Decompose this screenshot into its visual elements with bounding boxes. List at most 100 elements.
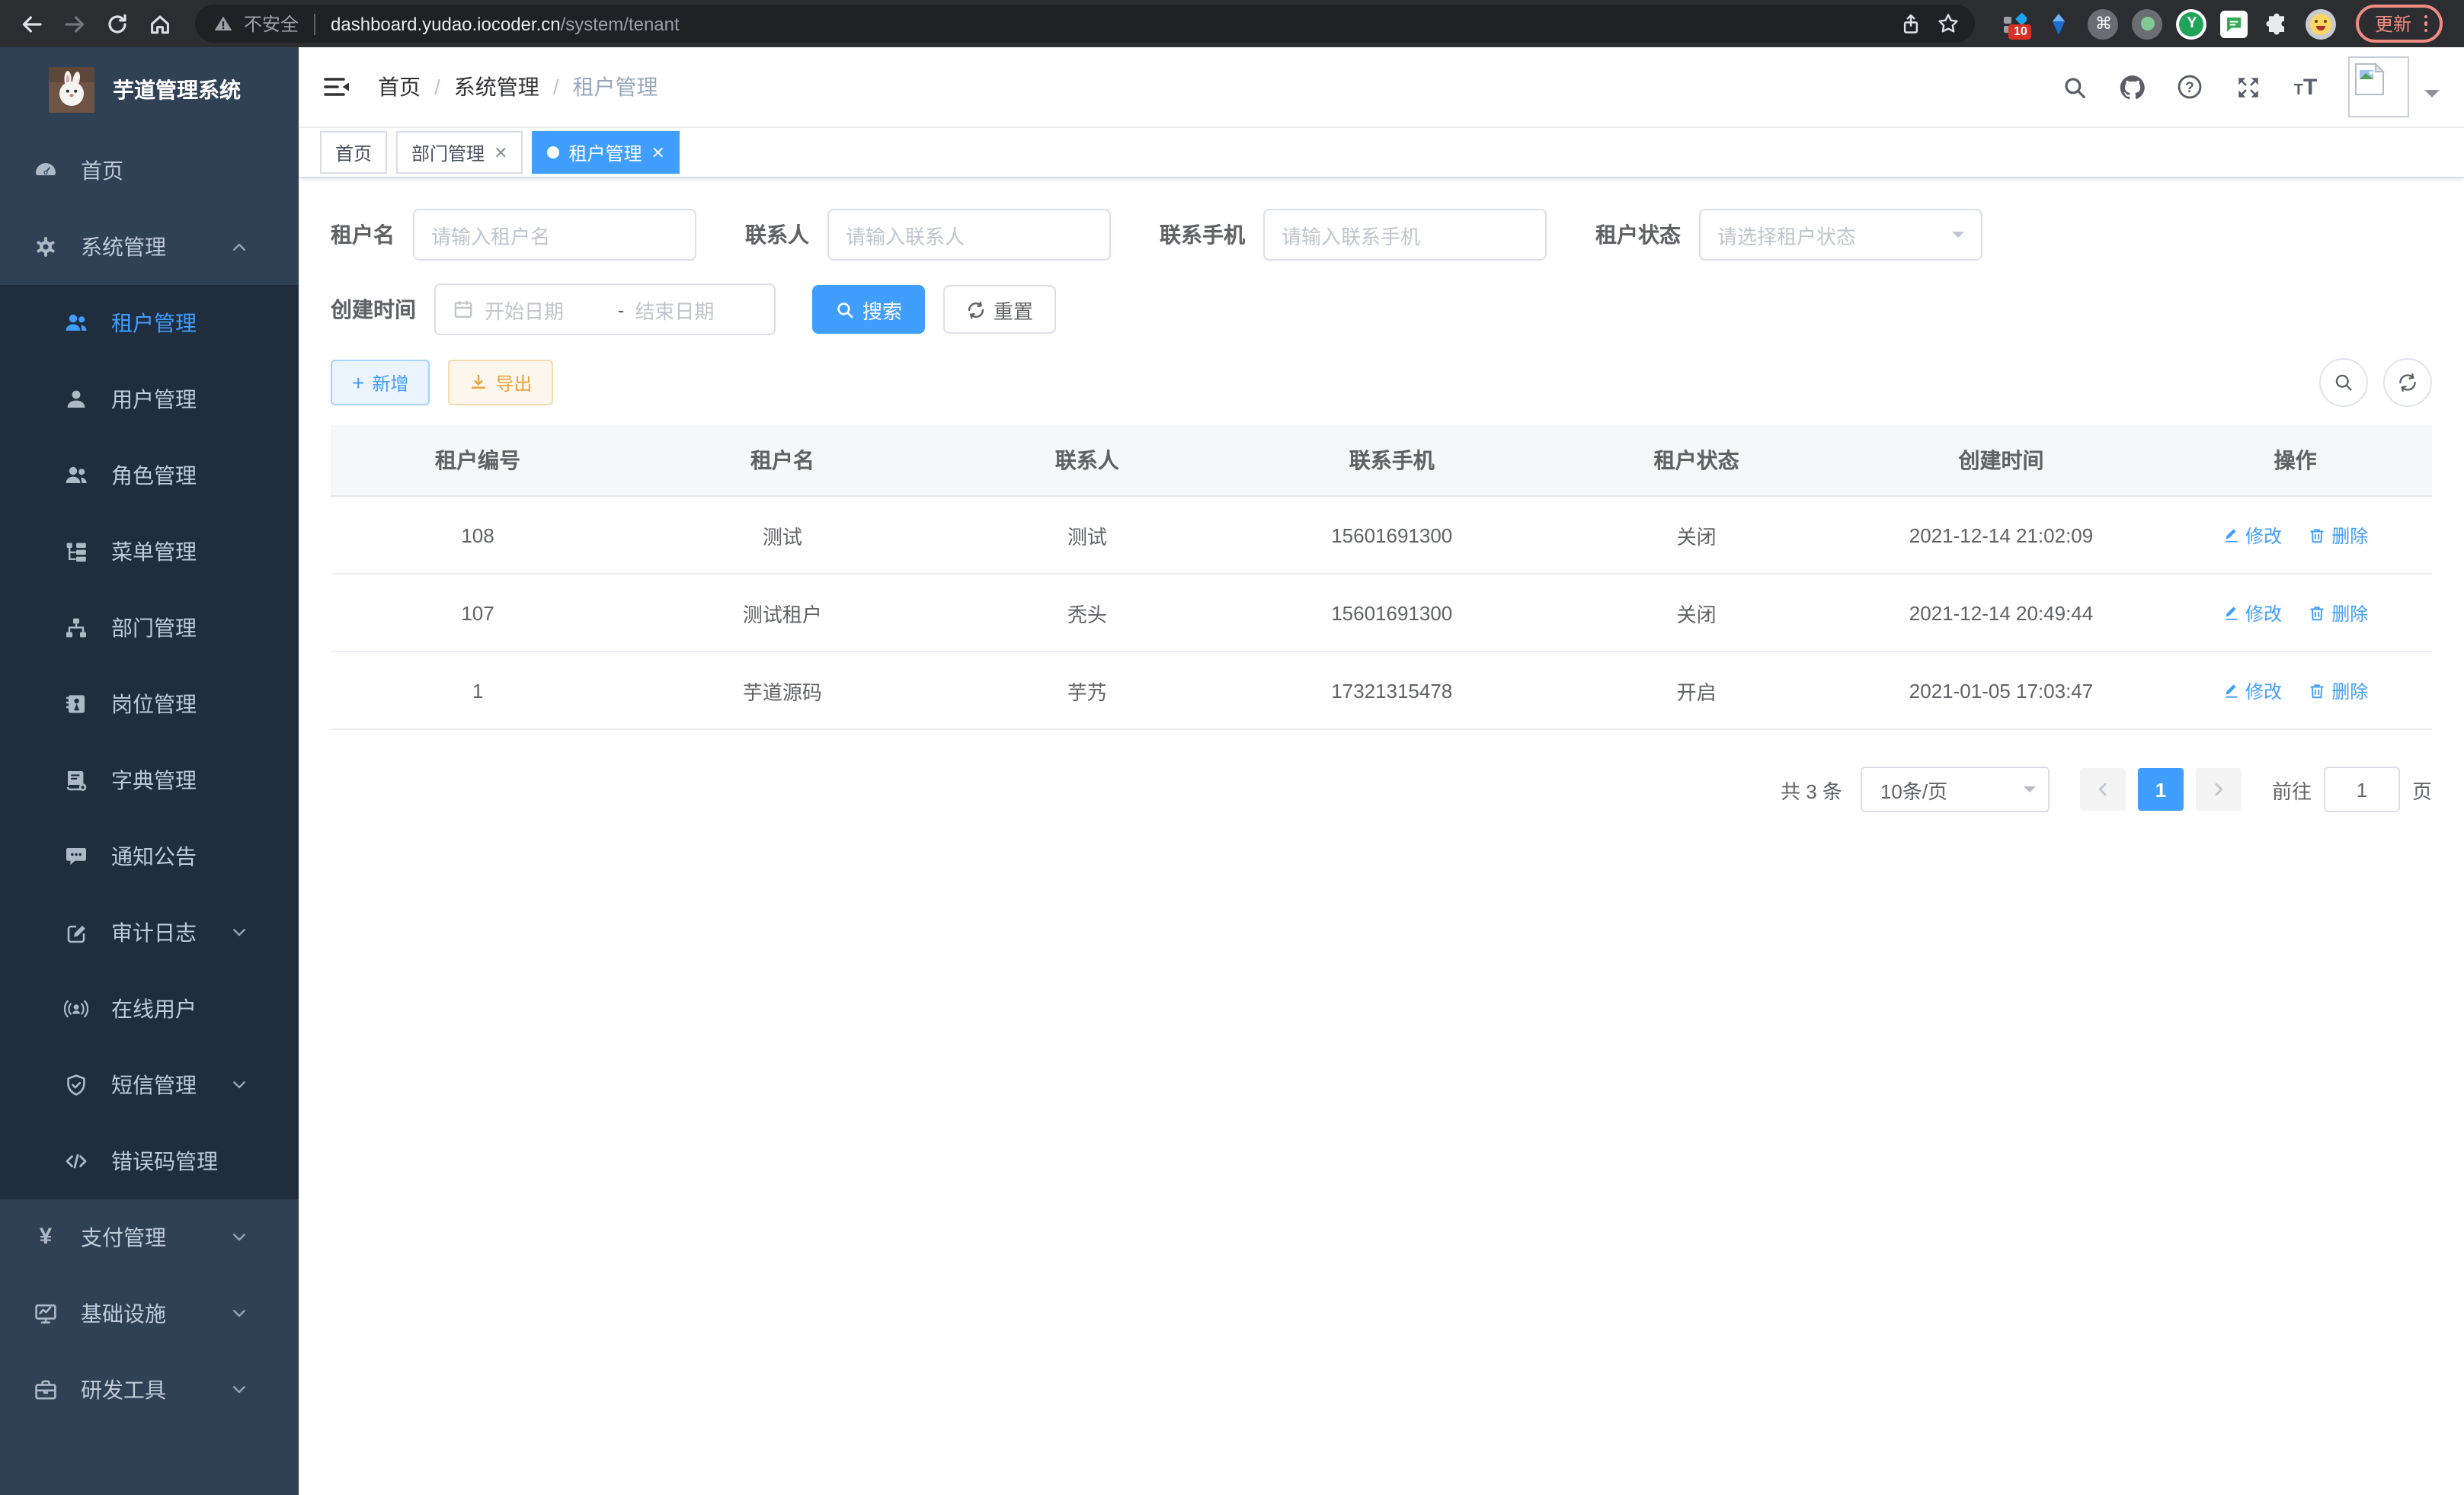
y-extension-button[interactable]: Y [2177, 8, 2207, 39]
date-range-picker[interactable]: 开始日期 - 结束日期 [434, 283, 776, 335]
chat-extension-button[interactable] [2221, 10, 2248, 37]
header-search-button[interactable] [2056, 69, 2092, 105]
avatar-dropdown-caret[interactable] [2424, 90, 2440, 105]
sidebar-item-dict[interactable]: 字典管理 [0, 742, 299, 818]
security-warning-icon [213, 14, 233, 34]
message-icon [64, 844, 88, 869]
font-size-button[interactable]: TT [2287, 69, 2324, 105]
sidebar-item-user[interactable]: 用户管理 [0, 361, 299, 437]
sidebar-item-home[interactable]: 首页 [0, 133, 299, 209]
tenant-name-input[interactable]: 请输入租户名 [413, 209, 696, 261]
github-link[interactable] [2114, 69, 2150, 105]
browser-forward-button[interactable] [55, 5, 94, 42]
edit-link[interactable]: 修改 [2222, 600, 2282, 626]
chevron-left-icon [2094, 780, 2112, 799]
browser-reload-button[interactable] [98, 5, 137, 42]
chevron-up-icon [230, 238, 248, 256]
prev-page-button[interactable] [2080, 768, 2126, 811]
logo-rabbit-image [49, 67, 94, 113]
sidebar-item-tenant[interactable]: 租户管理 [0, 285, 299, 361]
refresh-table-button[interactable] [2383, 358, 2432, 407]
update-label: 更新 [2375, 11, 2411, 37]
tag-dept[interactable]: 部门管理 ✕ [396, 131, 523, 174]
tag-home[interactable]: 首页 [320, 131, 387, 174]
browser-update-button[interactable]: 更新 [2357, 5, 2443, 43]
edit-link[interactable]: 修改 [2222, 677, 2282, 703]
fullscreen-icon [2235, 74, 2261, 100]
create-time-label: 创建时间 [331, 294, 416, 325]
col-phone: 联系手机 [1234, 425, 1550, 496]
next-page-button[interactable] [2196, 768, 2242, 811]
sidebar-item-system[interactable]: 系统管理 [0, 209, 299, 285]
command-extension-button[interactable]: ⌘ [2088, 8, 2119, 39]
delete-link[interactable]: 删除 [2309, 522, 2368, 548]
sidebar-item-infra[interactable]: 基础设施 [0, 1276, 299, 1352]
dict-icon [64, 768, 88, 792]
user-avatar[interactable] [2348, 56, 2409, 117]
browser-back-button[interactable] [12, 5, 52, 42]
page-number-current[interactable]: 1 [2138, 768, 2184, 811]
reset-button[interactable]: 重置 [943, 285, 1056, 334]
calendar-icon [453, 299, 474, 320]
edit-link[interactable]: 修改 [2222, 522, 2282, 548]
sidebar-collapse-button[interactable] [323, 75, 350, 99]
sidebar-item-label: 菜单管理 [111, 536, 271, 567]
browser-home-button[interactable] [140, 5, 180, 42]
phone-input[interactable]: 请输入联系手机 [1263, 209, 1547, 261]
sidebar-item-notice[interactable]: 通知公告 [0, 818, 299, 895]
search-icon [2333, 372, 2354, 393]
browser-menu-icon[interactable] [2424, 15, 2427, 33]
chevron-down-icon [1952, 232, 1964, 244]
delete-link[interactable]: 删除 [2309, 600, 2368, 626]
breadcrumb: 首页 / 系统管理 / 租户管理 [378, 72, 658, 102]
sidebar-item-post[interactable]: 岗位管理 [0, 666, 299, 742]
sidebar-item-error-code[interactable]: 错误码管理 [0, 1123, 299, 1199]
col-status: 租户状态 [1550, 425, 1844, 496]
table-row: 107 测试租户 秃头 15601691300 关闭 2021-12-14 20… [331, 574, 2432, 651]
sidebar-item-role[interactable]: 角色管理 [0, 437, 299, 514]
breadcrumb-system[interactable]: 系统管理 [454, 72, 539, 102]
trash-icon [2309, 527, 2325, 543]
delete-link[interactable]: 删除 [2309, 677, 2368, 703]
dot-extension-button[interactable] [2133, 8, 2163, 39]
export-button[interactable]: 导出 [448, 360, 553, 405]
contact-input[interactable]: 请输入联系人 [827, 209, 1111, 261]
chat-icon [2226, 14, 2244, 33]
share-button[interactable] [1893, 5, 1930, 42]
toggle-search-button[interactable] [2319, 358, 2368, 407]
tag-close-icon[interactable]: ✕ [651, 142, 665, 162]
extensions-menu-button[interactable] [2262, 8, 2293, 39]
sidebar-item-menu[interactable]: 菜单管理 [0, 514, 299, 590]
sidebar-item-sms[interactable]: 短信管理 [0, 1047, 299, 1123]
fullscreen-button[interactable] [2229, 69, 2266, 105]
sidebar-item-pay[interactable]: ¥ 支付管理 [0, 1199, 299, 1276]
breadcrumb-home[interactable]: 首页 [378, 72, 421, 102]
sidebar-item-dev-tools[interactable]: 研发工具 [0, 1352, 299, 1428]
search-button[interactable]: 搜索 [812, 285, 925, 334]
monitor-icon [34, 1301, 58, 1326]
add-button[interactable]: + 新增 [331, 360, 430, 405]
sidebar-item-online-users[interactable]: 在线用户 [0, 971, 299, 1047]
address-bar[interactable]: 不安全 dashboard.yudao.iocoder.cn/system/te… [195, 5, 1976, 43]
sidebar-item-dept[interactable]: 部门管理 [0, 590, 299, 666]
sidebar-item-audit-log[interactable]: 审计日志 [0, 895, 299, 971]
page-size-select[interactable]: 10条/页 [1861, 767, 2050, 812]
arrow-left-icon [20, 11, 44, 36]
status-select[interactable]: 请选择租户状态 [1699, 209, 1982, 261]
org-icon [64, 616, 88, 640]
breadcrumb-separator: / [434, 75, 440, 99]
gem-extension-button[interactable] [2044, 8, 2075, 39]
extension-badged-button[interactable]: 10 [2000, 8, 2030, 39]
goto-page-input[interactable] [2324, 767, 2400, 812]
help-button[interactable]: ? [2171, 69, 2208, 105]
bookmark-button[interactable] [1930, 5, 1966, 42]
date-separator: - [618, 298, 625, 321]
tenant-table: 租户编号 租户名 联系人 联系手机 租户状态 创建时间 操作 108 测试 [331, 425, 2432, 730]
breadcrumb-current: 租户管理 [573, 72, 658, 102]
tag-close-icon[interactable]: ✕ [494, 142, 507, 162]
profile-avatar[interactable] [2306, 8, 2337, 39]
sidebar-item-label: 租户管理 [111, 308, 271, 338]
badge-icon [64, 692, 88, 716]
sidebar: 芋道管理系统 首页 系统管理 [0, 47, 299, 1495]
tag-tenant[interactable]: 租户管理 ✕ [533, 131, 680, 174]
